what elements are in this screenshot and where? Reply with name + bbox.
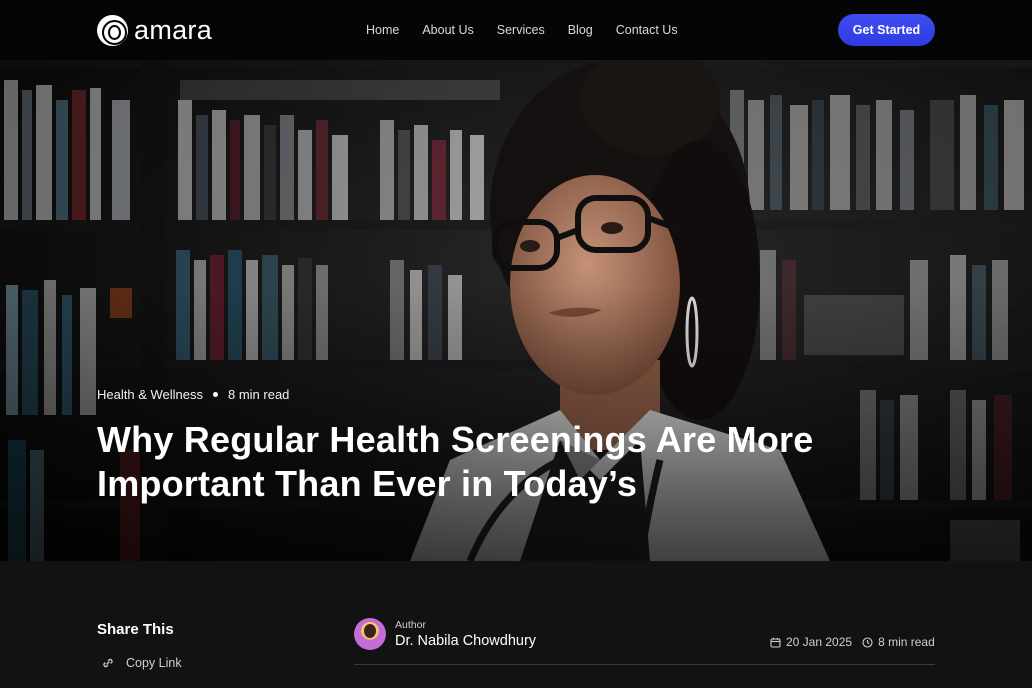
brand-logo[interactable]: amara (97, 14, 213, 46)
post-info: 20 Jan 2025 8 min read (770, 635, 935, 649)
top-navigation: amara Home About Us Services Blog Contac… (0, 0, 1032, 60)
author-name[interactable]: Dr. Nabila Chowdhury (395, 632, 536, 650)
hero-banner: Health & Wellness 8 min read Why Regular… (0, 60, 1032, 561)
clock-icon (862, 636, 873, 648)
copy-link-label: Copy Link (126, 656, 182, 670)
logo-icon (97, 14, 128, 46)
article-title: Why Regular Health Screenings Are More I… (97, 419, 814, 504)
share-title: Share This (97, 621, 174, 638)
nav-link-services[interactable]: Services (497, 23, 545, 37)
copy-link-button[interactable]: Copy Link (102, 656, 182, 670)
page: amara Home About Us Services Blog Contac… (0, 0, 1032, 688)
post-read-time: 8 min read (862, 635, 935, 649)
article-meta: Health & Wellness 8 min read (97, 387, 289, 402)
author-label: Author (395, 618, 426, 631)
calendar-icon (770, 637, 781, 648)
brand-name: amara (134, 14, 213, 45)
nav-link-contact-us[interactable]: Contact Us (616, 23, 678, 37)
meta-separator-dot (212, 392, 218, 397)
avatar[interactable] (354, 618, 386, 650)
author-text: Author Dr. Nabila Chowdhury (395, 619, 536, 650)
author-block: Author Dr. Nabila Chowdhury (354, 618, 536, 650)
link-icon (102, 657, 114, 669)
article-details: Share This Copy Link Author Dr. Nabila C… (0, 561, 1032, 688)
post-date-text: 20 Jan 2025 (786, 635, 853, 649)
nav-link-about-us[interactable]: About Us (422, 23, 473, 37)
nav-link-home[interactable]: Home (366, 23, 399, 37)
post-read-time-text: 8 min read (878, 635, 935, 649)
article-category[interactable]: Health & Wellness (97, 387, 203, 402)
nav-link-blog[interactable]: Blog (568, 23, 593, 37)
post-date: 20 Jan 2025 (770, 635, 852, 649)
nav-links: Home About Us Services Blog Contact Us (366, 0, 678, 60)
article-read-time: 8 min read (227, 387, 290, 402)
get-started-button[interactable]: Get Started (838, 14, 935, 46)
divider (354, 664, 935, 665)
